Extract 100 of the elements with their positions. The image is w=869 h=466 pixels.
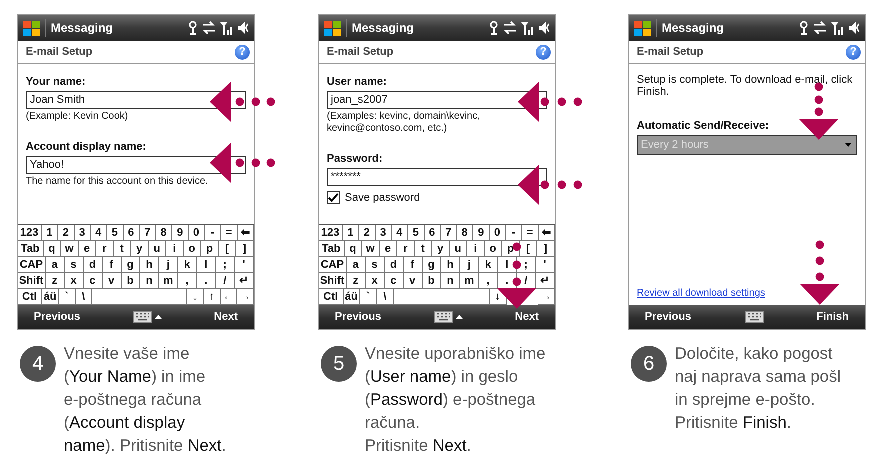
keyboard-key[interactable]: = — [522, 225, 539, 241]
keyboard-key[interactable]: r — [397, 241, 415, 257]
keyboard-key[interactable]: ' — [235, 257, 254, 273]
previous-softkey[interactable]: Previous — [34, 311, 80, 323]
speaker-icon[interactable] — [848, 21, 861, 35]
signal-icon[interactable] — [220, 20, 233, 36]
keyboard-key[interactable]: p — [201, 241, 219, 257]
keyboard-key[interactable]: b — [122, 273, 140, 289]
antenna-icon[interactable] — [799, 20, 809, 36]
speaker-icon[interactable] — [237, 21, 250, 35]
keyboard-key[interactable]: ↓ — [187, 289, 204, 305]
keyboard-key[interactable]: . — [197, 273, 216, 289]
keyboard-key[interactable]: q — [344, 241, 362, 257]
keyboard-key[interactable]: 4 — [392, 225, 408, 241]
sync-arrows-icon[interactable] — [503, 21, 517, 35]
keyboard-key[interactable]: áü — [42, 289, 60, 305]
keyboard-key[interactable]: c — [384, 273, 404, 289]
keyboard-icon[interactable] — [434, 311, 453, 323]
keyboard-key[interactable]: s — [366, 257, 385, 273]
keyboard-key[interactable]: 123 — [319, 225, 343, 241]
keyboard-key[interactable]: ] — [236, 241, 254, 257]
keyboard-key[interactable]: Ctl — [18, 289, 42, 305]
keyboard-key[interactable]: , — [178, 273, 198, 289]
next-softkey[interactable]: Finish — [816, 311, 849, 323]
keyboard-key[interactable]: h — [140, 257, 160, 273]
keyboard-key[interactable]: l — [498, 257, 518, 273]
keyboard-key[interactable]: ↑ — [204, 289, 221, 305]
keyboard-key[interactable]: z — [46, 273, 65, 289]
keyboard-key[interactable]: 1 — [42, 225, 58, 241]
signal-icon[interactable] — [521, 20, 534, 36]
keyboard-key[interactable]: u — [450, 241, 468, 257]
keyboard-key[interactable]: f — [404, 257, 423, 273]
keyboard-key[interactable]: ⬅ — [238, 225, 254, 241]
keyboard-key[interactable]: u — [148, 241, 166, 257]
caret-icon[interactable] — [154, 315, 162, 319]
next-softkey[interactable]: Next — [214, 311, 238, 323]
keyboard-key[interactable]: 5 — [408, 225, 425, 241]
keyboard-key[interactable]: ` — [360, 289, 378, 305]
keyboard-key[interactable]: 9 — [473, 225, 490, 241]
keyboard-key[interactable]: [ — [520, 241, 538, 257]
keyboard-key[interactable]: j — [460, 257, 480, 273]
keyboard-key[interactable]: j — [159, 257, 178, 273]
keyboard-key[interactable]: d — [384, 257, 404, 273]
keyboard-key[interactable]: Shift — [18, 273, 46, 289]
keyboard-key[interactable]: Tab — [319, 241, 345, 257]
settings-link[interactable]: Review all download settings — [637, 288, 766, 299]
input-field[interactable]: ******* — [327, 168, 547, 186]
keyboard-key[interactable]: b — [422, 273, 442, 289]
keyboard-key[interactable]: / — [216, 273, 236, 289]
keyboard-key[interactable]: 8 — [156, 225, 172, 241]
keyboard-key[interactable]: e — [380, 241, 398, 257]
sync-arrows-icon[interactable] — [202, 21, 216, 35]
keyboard-key[interactable]: \ — [76, 289, 92, 305]
keyboard-key[interactable]: ; — [517, 257, 536, 273]
keyboard-key[interactable]: n — [441, 273, 460, 289]
keyboard-key[interactable]: ↵ — [235, 273, 254, 289]
keyboard-key[interactable]: [ — [218, 241, 236, 257]
keyboard-key[interactable]: a — [46, 257, 65, 273]
keyboard-key[interactable]: 8 — [457, 225, 474, 241]
keyboard-key[interactable]: ' — [536, 257, 556, 273]
keyboard-icon[interactable] — [744, 311, 764, 323]
antenna-icon[interactable] — [489, 20, 499, 36]
keyboard-key[interactable]: l — [197, 257, 216, 273]
keyboard-key[interactable]: v — [404, 273, 423, 289]
keyboard-key[interactable]: g — [422, 257, 442, 273]
keyboard-key[interactable]: 3 — [74, 225, 91, 241]
input-field[interactable]: joan_s2007 — [327, 91, 547, 109]
keyboard-key[interactable]: w — [61, 241, 79, 257]
keyboard-key[interactable]: 9 — [172, 225, 189, 241]
start-logo-icon[interactable] — [633, 18, 652, 38]
keyboard-key[interactable]: = — [221, 225, 238, 241]
keyboard-key[interactable]: ↵ — [536, 273, 556, 289]
keyboard-key[interactable]: n — [140, 273, 160, 289]
space-key[interactable] — [92, 289, 188, 305]
keyboard-key[interactable]: y — [131, 241, 149, 257]
keyboard-key[interactable]: t — [414, 241, 432, 257]
keyboard-key[interactable]: CAP — [319, 257, 347, 273]
keyboard-key[interactable]: g — [122, 257, 140, 273]
previous-softkey[interactable]: Previous — [335, 311, 382, 323]
keyboard-key[interactable]: → — [538, 289, 556, 305]
keyboard-key[interactable]: ← — [220, 289, 238, 305]
keyboard-key[interactable]: áü — [344, 289, 360, 305]
keyboard-key[interactable]: ] — [537, 241, 555, 257]
speaker-icon[interactable] — [538, 21, 551, 35]
keyboard-key[interactable]: k — [178, 257, 198, 273]
keyboard-key[interactable]: , — [479, 273, 498, 289]
keyboard-key[interactable]: o — [484, 241, 502, 257]
keyboard-key[interactable]: 7 — [140, 225, 156, 241]
keyboard-key[interactable]: t — [114, 241, 132, 257]
keyboard-key[interactable]: x — [64, 273, 84, 289]
space-key[interactable] — [394, 289, 490, 305]
keyboard-key[interactable]: 3 — [376, 225, 392, 241]
keyboard-key[interactable]: z — [346, 273, 366, 289]
previous-softkey[interactable]: Previous — [645, 311, 692, 323]
keyboard-key[interactable]: 7 — [440, 225, 458, 241]
input-field[interactable]: Yahoo! — [26, 156, 246, 174]
keyboard-key[interactable]: 0 — [490, 225, 506, 241]
keyboard-key[interactable]: c — [84, 273, 103, 289]
keyboard-key[interactable]: ` — [59, 289, 76, 305]
keyboard-key[interactable]: o — [184, 241, 202, 257]
